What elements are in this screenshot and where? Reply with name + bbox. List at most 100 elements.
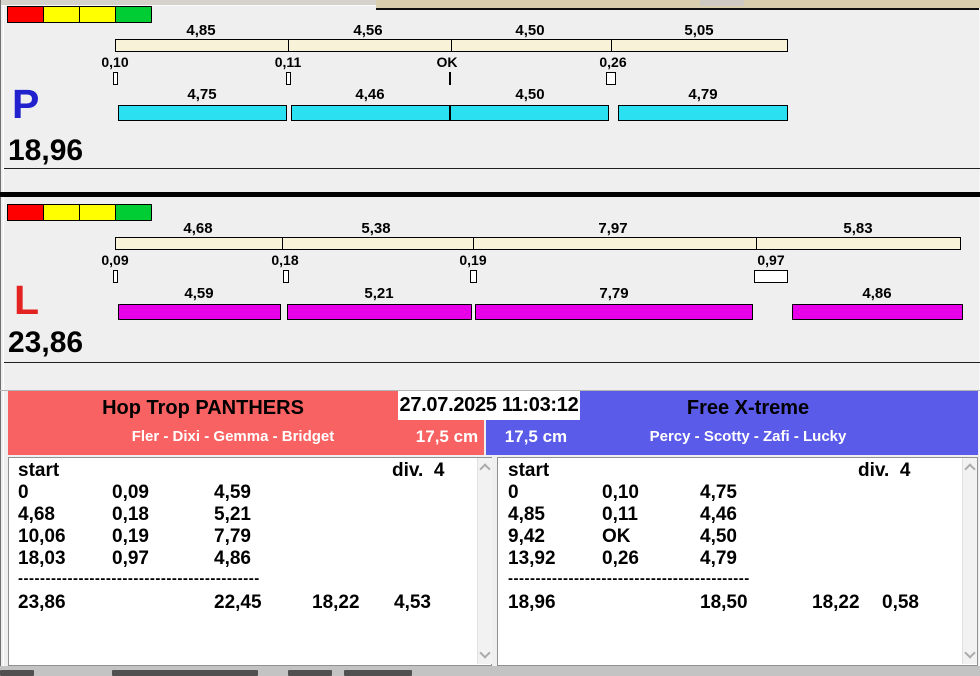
l-dog-bar [792, 304, 963, 320]
l-crossing-tick [283, 270, 289, 283]
light-green-icon [115, 204, 152, 221]
scroll-up-icon[interactable] [964, 463, 976, 475]
p-dog-time-label: 4,46 [355, 86, 385, 103]
p-crossing-label: 0,26 [599, 54, 627, 70]
datetime-text: 27.07.2025 11:03:12 [399, 394, 579, 416]
left-table-separator: ----------------------------------------… [18, 570, 260, 587]
scroll-up-icon[interactable] [479, 463, 491, 475]
p-split-label: 5,05 [684, 22, 714, 39]
p-split-label: 4,85 [186, 22, 216, 39]
light-green-icon [115, 6, 152, 23]
l-split-divider [473, 237, 474, 250]
l-dog-bar [475, 304, 753, 320]
table-cell: 0,97 [112, 548, 149, 569]
l-dog-time-label: 4,59 [184, 285, 214, 302]
left-total-clean: 22,45 [214, 592, 262, 613]
table-cell: 0,18 [112, 504, 149, 525]
table-cell: 0 [508, 482, 519, 503]
bottom-clipped-text [344, 670, 412, 676]
lane-letter-p: P [12, 81, 40, 127]
l-split-label: 5,83 [843, 220, 873, 237]
right-total-time: 18,96 [508, 592, 556, 613]
p-split-label: 4,50 [515, 22, 545, 39]
right-table-division: div. 4 [858, 460, 911, 481]
p-dog-time-label: 4,50 [515, 86, 545, 103]
l-crossing-label: 0,18 [271, 252, 299, 268]
left-table-scrollbar[interactable] [477, 458, 492, 664]
p-dog-bar [118, 105, 287, 121]
p-crossing-tick-ok [449, 72, 451, 85]
p-dog-time-label: 4,75 [187, 86, 217, 103]
results-listbox-right[interactable] [497, 457, 978, 666]
table-cell: 4,46 [700, 504, 737, 525]
left-total-best: 18,22 [312, 592, 360, 613]
window-border-left [0, 0, 1, 676]
table-cell: 7,79 [214, 526, 251, 547]
table-cell: 4,85 [508, 504, 545, 525]
left-total-time: 23,86 [18, 592, 66, 613]
right-team-members: Percy - Scotty - Zafi - Lucky [649, 428, 847, 445]
light-red-icon [7, 204, 44, 221]
table-cell: 4,68 [18, 504, 55, 525]
l-dog-bar [287, 304, 472, 320]
table-cell: 4,79 [700, 548, 737, 569]
start-lights-l [7, 204, 152, 221]
p-crossing-tick [113, 72, 118, 85]
p-dog-bar [618, 105, 788, 121]
table-cell: 0,11 [602, 504, 638, 525]
bottom-clipped-text [112, 670, 258, 676]
l-crossing-label: 0,19 [459, 252, 487, 268]
l-dog-time-label: 5,21 [364, 285, 394, 302]
left-team-name: Hop Trop PANTHERS [102, 397, 304, 419]
l-split-label: 5,38 [361, 220, 391, 237]
table-cell: 0,10 [602, 482, 639, 503]
p-crossing-tick [606, 72, 616, 85]
p-split-divider [611, 39, 612, 52]
scroll-down-icon[interactable] [964, 647, 976, 659]
l-split-divider [282, 237, 283, 250]
p-underline [4, 168, 980, 169]
left-jump-height: 17,5 cm [415, 427, 479, 446]
lane-letter-l: L [14, 277, 40, 323]
top-window-tab [700, 0, 744, 6]
scroll-down-icon[interactable] [479, 647, 491, 659]
table-cell: 0 [18, 482, 29, 503]
l-dog-bar [118, 304, 281, 320]
p-split-divider [451, 39, 452, 52]
p-split-label: 4,56 [353, 22, 383, 39]
l-crossing-tick [470, 270, 477, 283]
table-cell: 5,21 [214, 504, 251, 525]
flyball-timing-window: 4,85 4,56 4,50 5,05 0,10 0,11 OK 0,26 P … [0, 0, 980, 676]
right-total-clean: 18,50 [700, 592, 748, 613]
l-crossing-label: 0,97 [757, 252, 785, 268]
datetime-display: 27.07.2025 11:03:12 [398, 391, 580, 420]
table-cell: OK [602, 526, 631, 547]
light-yellow2-icon [79, 204, 116, 221]
left-table-start-header: start [18, 460, 60, 481]
p-total-time: 18,96 [8, 134, 84, 167]
p-crossing-label: 0,10 [101, 54, 129, 70]
right-total-best: 18,22 [812, 592, 860, 613]
right-table-scrollbar[interactable] [962, 458, 977, 664]
table-cell: 9,42 [508, 526, 545, 547]
table-cell: 4,59 [214, 482, 251, 503]
l-dog-time-label: 4,86 [862, 285, 892, 302]
left-table-division: div. 4 [392, 460, 445, 481]
table-cell: 0,26 [602, 548, 639, 569]
l-total-time: 23,86 [8, 326, 84, 359]
l-crossing-tick [754, 270, 788, 283]
bottom-clipped-text [0, 670, 34, 676]
p-split-bar [115, 39, 788, 52]
table-cell: 0,09 [112, 482, 149, 503]
top-window-edge-right [376, 0, 980, 10]
left-team-members: Fler - Dixi - Gemma - Bridget [131, 428, 335, 445]
table-cell: 13,92 [508, 548, 556, 569]
right-table-start-header: start [508, 460, 550, 481]
p-dog-bar [450, 105, 609, 121]
p-crossing-label: OK [436, 54, 458, 70]
p-crossing-tick [286, 72, 291, 85]
light-yellow1-icon [43, 204, 80, 221]
table-cell: 18,03 [18, 548, 66, 569]
table-cell: 4,86 [214, 548, 251, 569]
l-underline [4, 362, 980, 363]
